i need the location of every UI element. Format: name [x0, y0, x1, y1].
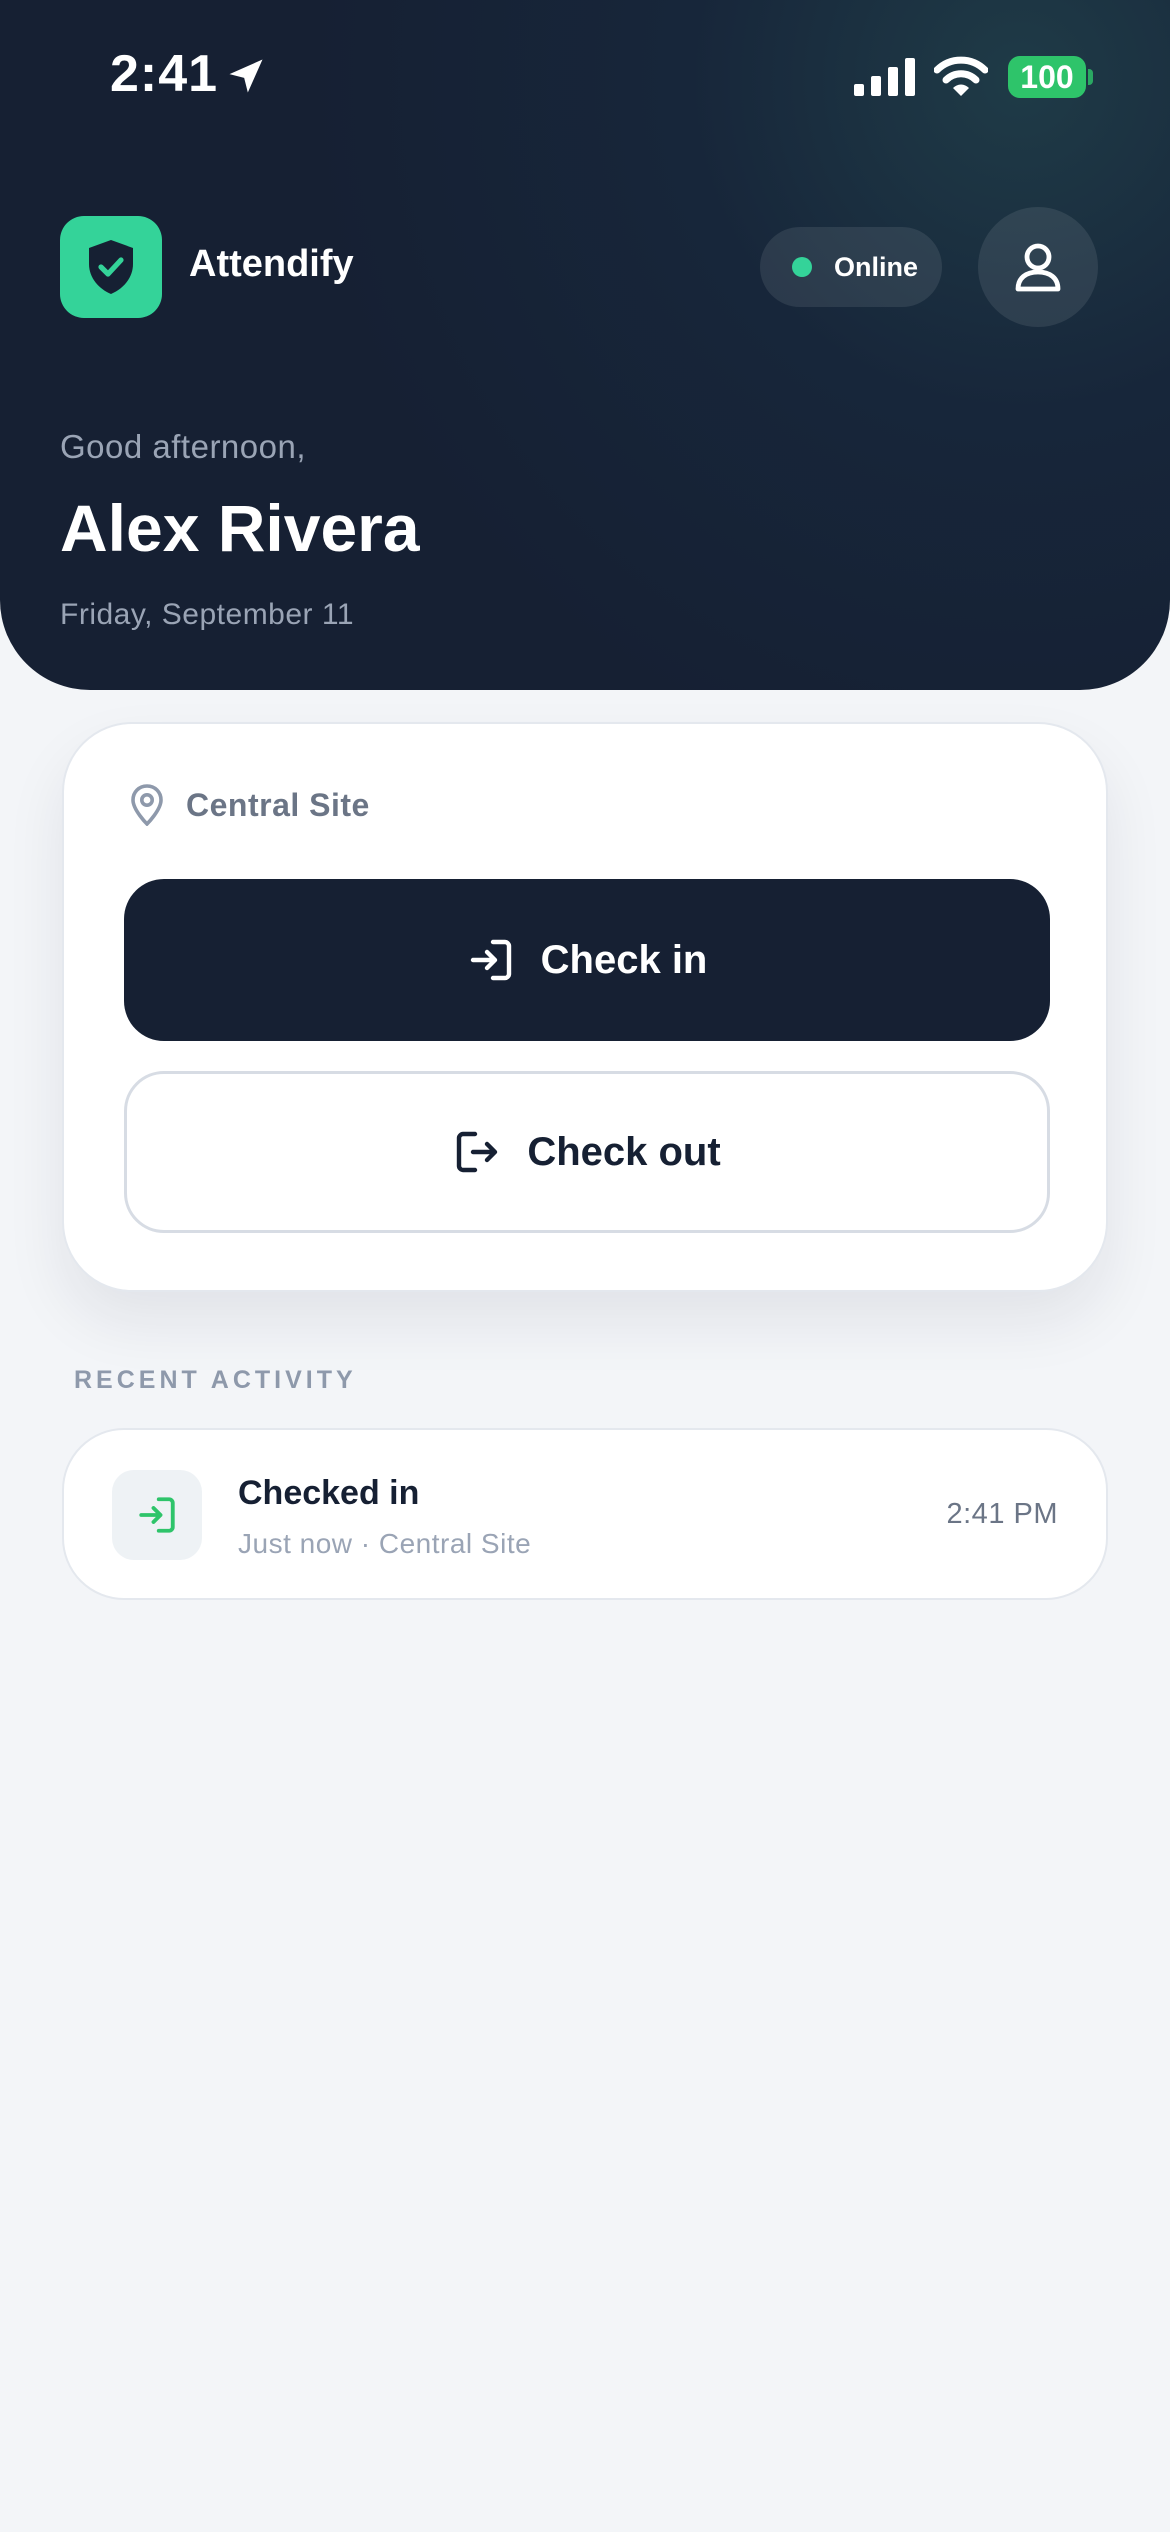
check-out-button[interactable]: Check out — [124, 1071, 1050, 1233]
activity-time: 2:41 PM — [946, 1498, 1058, 1530]
status-bar: 2:41 100 — [0, 0, 1170, 150]
app-name: Attendify — [189, 243, 354, 285]
check-in-button[interactable]: Check in — [124, 879, 1050, 1041]
profile-button[interactable] — [978, 207, 1098, 327]
current-date: Friday, September 11 — [60, 598, 355, 631]
battery-level: 100 — [1020, 58, 1074, 95]
sign-in-icon — [139, 1497, 175, 1533]
wifi-icon — [934, 56, 988, 96]
check-in-label: Check in — [540, 937, 708, 982]
greeting: Good afternoon, — [60, 428, 307, 465]
user-icon — [1015, 243, 1061, 292]
attendance-card: Central Site Check in Check out — [62, 722, 1108, 1292]
map-pin-icon — [131, 784, 163, 826]
site-selector[interactable]: Central Site — [130, 784, 370, 826]
recent-activity-title: RECENT ACTIVITY — [74, 1366, 357, 1394]
shield-check-icon — [89, 240, 133, 294]
sign-out-icon — [457, 1131, 498, 1173]
location-arrow-icon — [229, 59, 263, 93]
header: 2:41 100 Attendify Online Good afternoon… — [0, 0, 1170, 690]
app-screen: 2:41 100 Attendify Online Good afternoon… — [0, 0, 1170, 2532]
activity-subtitle: Just now · Central Site — [238, 1528, 532, 1559]
battery-icon: 100 — [1008, 56, 1086, 98]
activity-icon-wrap — [112, 1470, 202, 1560]
site-name: Central Site — [186, 786, 370, 823]
online-dot-icon — [792, 257, 812, 277]
activity-title: Checked in — [238, 1474, 420, 1512]
online-status-label: Online — [834, 251, 919, 282]
cellular-signal-icon — [854, 58, 915, 96]
battery-tip — [1088, 69, 1093, 85]
online-status-badge: Online — [760, 227, 942, 307]
check-out-label: Check out — [527, 1129, 721, 1174]
list-item[interactable]: Checked in Just now · Central Site 2:41 … — [62, 1428, 1108, 1600]
app-logo — [60, 216, 162, 318]
sign-in-icon — [470, 939, 511, 981]
status-time: 2:41 — [110, 45, 219, 103]
user-name: Alex Rivera — [60, 491, 420, 565]
